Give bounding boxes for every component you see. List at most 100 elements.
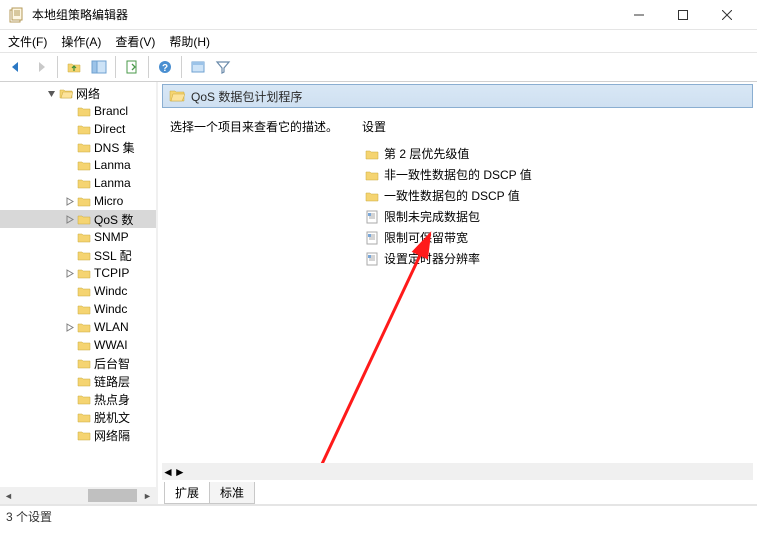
maximize-button[interactable] bbox=[661, 1, 705, 29]
mmc-console-button[interactable] bbox=[186, 55, 210, 79]
settings-column-header[interactable]: 设置 bbox=[362, 118, 753, 135]
toolbar-divider bbox=[57, 56, 58, 78]
tree-node[interactable]: 后台智 bbox=[0, 354, 156, 372]
folder-icon bbox=[76, 230, 92, 244]
details-header-title: QoS 数据包计划程序 bbox=[191, 88, 302, 105]
tree-node[interactable]: 脱机文 bbox=[0, 408, 156, 426]
list-item-setting[interactable]: 限制可保留带宽 bbox=[362, 227, 753, 248]
tab-standard[interactable]: 标准 bbox=[209, 482, 255, 504]
menu-action[interactable]: 操作(A) bbox=[61, 33, 101, 50]
spacer bbox=[62, 104, 76, 118]
detail-tabs: 扩展 标准 bbox=[158, 482, 757, 504]
scroll-left-arrow[interactable]: ◄ bbox=[162, 465, 174, 479]
tree-node[interactable]: QoS 数 bbox=[0, 210, 156, 228]
status-text: 3 个设置 bbox=[6, 508, 52, 525]
tree-node-label: Windc bbox=[94, 284, 127, 298]
tree-node[interactable]: Brancl bbox=[0, 102, 156, 120]
tree-node-label: 后台智 bbox=[94, 355, 130, 372]
tree-node[interactable]: SNMP bbox=[0, 228, 156, 246]
tree-node[interactable]: Lanma bbox=[0, 156, 156, 174]
setting-icon bbox=[364, 251, 380, 267]
folder-open-icon bbox=[58, 86, 74, 100]
tree-node[interactable]: TCPIP bbox=[0, 264, 156, 282]
filter-button[interactable] bbox=[211, 55, 235, 79]
tree-node-label: SNMP bbox=[94, 230, 129, 244]
tree-node[interactable]: Lanma bbox=[0, 174, 156, 192]
folder-icon bbox=[76, 140, 92, 154]
close-button[interactable] bbox=[705, 1, 749, 29]
spacer bbox=[62, 356, 76, 370]
spacer bbox=[62, 230, 76, 244]
collapse-icon[interactable] bbox=[44, 86, 58, 100]
expand-icon[interactable] bbox=[62, 320, 76, 334]
forward-button[interactable] bbox=[29, 55, 53, 79]
tree-node-label: 链路层 bbox=[94, 373, 130, 390]
spacer bbox=[62, 122, 76, 136]
back-button[interactable] bbox=[4, 55, 28, 79]
svg-text:?: ? bbox=[162, 63, 168, 74]
menu-view[interactable]: 查看(V) bbox=[115, 33, 155, 50]
folder-icon bbox=[76, 194, 92, 208]
tree-node[interactable]: DNS 集 bbox=[0, 138, 156, 156]
scroll-left-arrow[interactable]: ◄ bbox=[0, 487, 17, 504]
setting-icon bbox=[364, 209, 380, 225]
tree-node[interactable]: 热点身 bbox=[0, 390, 156, 408]
folder-icon bbox=[76, 302, 92, 316]
window-title: 本地组策略编辑器 bbox=[32, 6, 617, 23]
scroll-thumb[interactable] bbox=[88, 489, 137, 502]
title-bar: 本地组策略编辑器 bbox=[0, 0, 757, 30]
toolbar-divider bbox=[181, 56, 182, 78]
tree-node-root[interactable]: 网络 bbox=[0, 84, 156, 102]
tree-node[interactable]: 网络隔 bbox=[0, 426, 156, 444]
tab-extended[interactable]: 扩展 bbox=[164, 482, 210, 504]
help-button[interactable]: ? bbox=[153, 55, 177, 79]
menu-help[interactable]: 帮助(H) bbox=[169, 33, 210, 50]
minimize-button[interactable] bbox=[617, 1, 661, 29]
folder-icon bbox=[76, 356, 92, 370]
expand-icon[interactable] bbox=[62, 212, 76, 226]
folder-icon bbox=[76, 212, 92, 226]
spacer bbox=[62, 302, 76, 316]
scroll-right-arrow[interactable]: ► bbox=[174, 465, 186, 479]
status-bar: 3 个设置 bbox=[0, 505, 757, 527]
tree-horizontal-scrollbar[interactable]: ◄ ► bbox=[0, 487, 156, 504]
show-hide-tree-button[interactable] bbox=[87, 55, 111, 79]
tree-node[interactable]: Windc bbox=[0, 282, 156, 300]
folder-open-icon bbox=[169, 88, 185, 105]
tree-node[interactable]: Micro bbox=[0, 192, 156, 210]
content-area: 网络 BranclDirectDNS 集LanmaLanmaMicroQoS 数… bbox=[0, 82, 757, 505]
toolbar-divider bbox=[148, 56, 149, 78]
tree-node-label: TCPIP bbox=[94, 266, 129, 280]
list-item-label: 非一致性数据包的 DSCP 值 bbox=[384, 166, 532, 183]
folder-icon bbox=[76, 176, 92, 190]
tree-node-label: Micro bbox=[94, 194, 123, 208]
details-horizontal-scrollbar[interactable]: ◄ ► bbox=[162, 463, 753, 480]
list-item-setting[interactable]: 限制未完成数据包 bbox=[362, 206, 753, 227]
tree-node[interactable]: 链路层 bbox=[0, 372, 156, 390]
tree-node[interactable]: SSL 配 bbox=[0, 246, 156, 264]
tree-node-label: SSL 配 bbox=[94, 247, 132, 264]
list-item-folder[interactable]: 第 2 层优先级值 bbox=[362, 143, 753, 164]
tree-node[interactable]: WWAI bbox=[0, 336, 156, 354]
scroll-right-arrow[interactable]: ► bbox=[139, 487, 156, 504]
toolbar: ? bbox=[0, 52, 757, 82]
tree-node-label: 网络 bbox=[76, 85, 100, 102]
tree-pane: 网络 BranclDirectDNS 集LanmaLanmaMicroQoS 数… bbox=[0, 82, 158, 504]
tree-node[interactable]: Windc bbox=[0, 300, 156, 318]
menu-file[interactable]: 文件(F) bbox=[8, 33, 47, 50]
scroll-track[interactable] bbox=[17, 487, 139, 504]
folder-icon bbox=[76, 266, 92, 280]
expand-icon[interactable] bbox=[62, 194, 76, 208]
up-button[interactable] bbox=[62, 55, 86, 79]
tree[interactable]: 网络 BranclDirectDNS 集LanmaLanmaMicroQoS 数… bbox=[0, 82, 156, 446]
tree-node[interactable]: Direct bbox=[0, 120, 156, 138]
list-item-folder[interactable]: 非一致性数据包的 DSCP 值 bbox=[362, 164, 753, 185]
list-item-folder[interactable]: 一致性数据包的 DSCP 值 bbox=[362, 185, 753, 206]
tree-node-label: QoS 数 bbox=[94, 211, 133, 228]
list-item-setting[interactable]: 设置定时器分辨率 bbox=[362, 248, 753, 269]
details-header: QoS 数据包计划程序 bbox=[162, 84, 753, 108]
tree-node[interactable]: WLAN bbox=[0, 318, 156, 336]
expand-icon[interactable] bbox=[62, 266, 76, 280]
export-button[interactable] bbox=[120, 55, 144, 79]
tree-node-label: Lanma bbox=[94, 176, 131, 190]
